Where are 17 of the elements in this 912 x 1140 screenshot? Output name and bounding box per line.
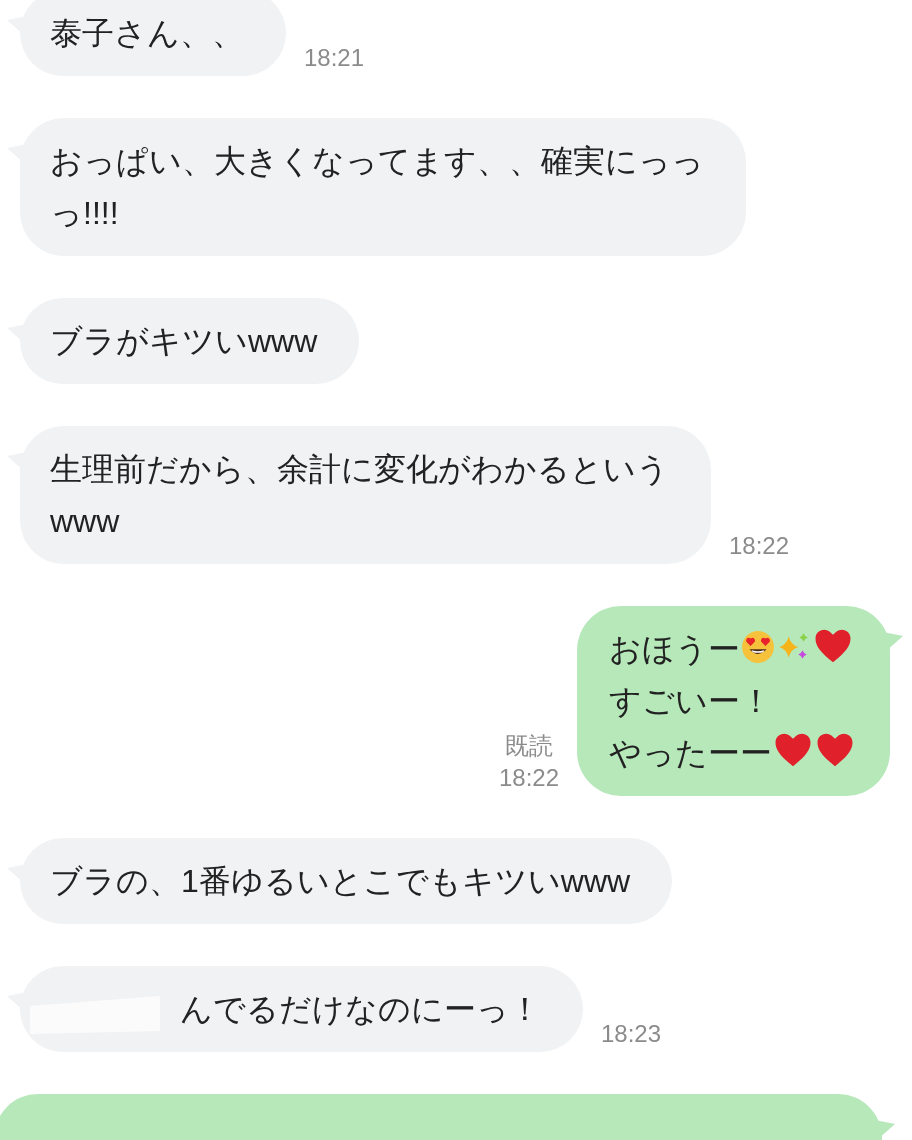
message-text: 泰子さん、、 bbox=[50, 14, 244, 53]
message-text: ブラがキツいwww bbox=[50, 322, 318, 361]
message-text: 生理前だから、余計に変化がわかるという bbox=[50, 450, 669, 489]
heart-eyes-face-icon bbox=[741, 630, 775, 664]
message-time: 18:22 bbox=[729, 531, 790, 561]
message-text: おっぱい、大きくなってます、、確実にっっ bbox=[50, 142, 704, 181]
message-time: 18:22 bbox=[498, 763, 559, 793]
message-text: おほうー bbox=[609, 623, 856, 675]
message-time: 18:23 bbox=[601, 1019, 662, 1049]
message-text: っ!!!! bbox=[50, 194, 120, 233]
message-text: やったーー bbox=[609, 727, 856, 779]
read-label: 既読 bbox=[504, 731, 553, 761]
message-text: んでるだけなのにーっ！ bbox=[180, 990, 541, 1029]
message-time: 18:21 bbox=[304, 43, 365, 73]
message-text: www bbox=[50, 502, 121, 541]
message-text: すごいー！ bbox=[609, 682, 773, 721]
message-text: ブラの、1番ゆるいとこでもキツいwww bbox=[50, 862, 631, 901]
